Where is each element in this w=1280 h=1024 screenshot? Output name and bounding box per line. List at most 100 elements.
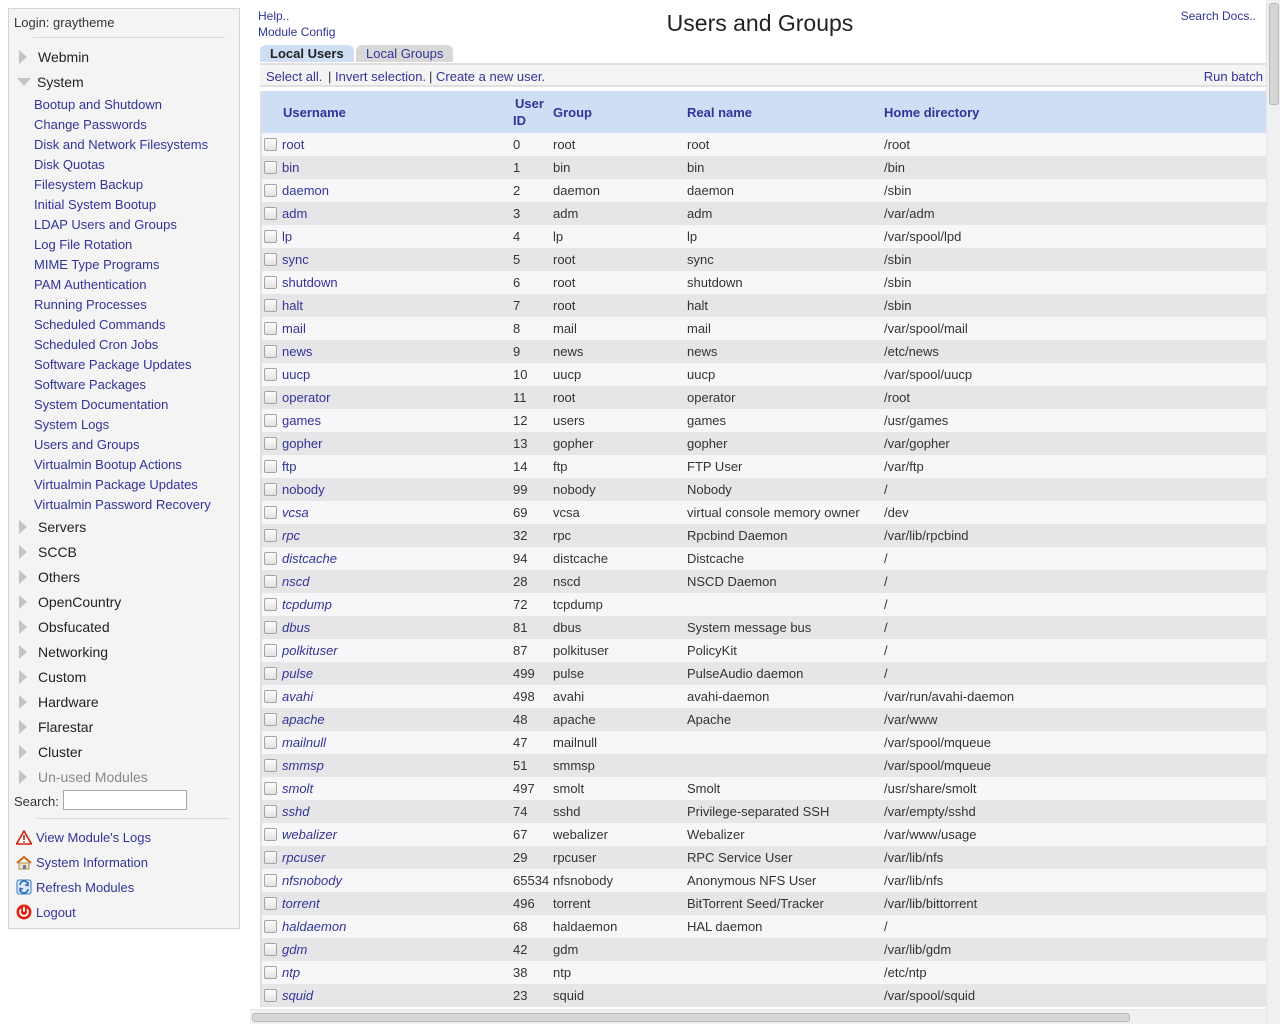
sidebar-module-initial-system-bootup[interactable]: Initial System Bootup [34, 197, 156, 212]
username-link[interactable]: distcache [282, 551, 337, 566]
username-link[interactable]: pulse [282, 666, 313, 681]
row-select-checkbox[interactable] [264, 966, 277, 979]
tab-local-users[interactable]: Local Users [260, 45, 354, 62]
username-link[interactable]: lp [282, 229, 292, 244]
row-select-checkbox[interactable] [264, 230, 277, 243]
sidebar-link-view-module-s-logs[interactable]: View Module's Logs [16, 829, 151, 845]
username-link[interactable]: apache [282, 712, 325, 727]
module-config-link[interactable]: Module Config [258, 25, 335, 39]
row-select-checkbox[interactable] [264, 184, 277, 197]
username-link[interactable]: ftp [282, 459, 296, 474]
sidebar-module-log-file-rotation[interactable]: Log File Rotation [34, 237, 132, 252]
username-link[interactable]: operator [282, 390, 330, 405]
sidebar-category-networking[interactable]: Networking [17, 642, 108, 662]
sidebar-module-pam-authentication[interactable]: PAM Authentication [34, 277, 147, 292]
row-select-checkbox[interactable] [264, 920, 277, 933]
username-link[interactable]: torrent [282, 896, 320, 911]
sidebar-category-servers[interactable]: Servers [17, 517, 86, 537]
username-link[interactable]: sshd [282, 804, 309, 819]
row-select-checkbox[interactable] [264, 161, 277, 174]
row-select-checkbox[interactable] [264, 667, 277, 680]
sidebar-module-scheduled-cron-jobs[interactable]: Scheduled Cron Jobs [34, 337, 158, 352]
username-link[interactable]: webalizer [282, 827, 337, 842]
row-select-checkbox[interactable] [264, 345, 277, 358]
sidebar-link-refresh-modules[interactable]: Refresh Modules [16, 879, 134, 895]
sidebar-category-cluster[interactable]: Cluster [17, 742, 82, 762]
row-select-checkbox[interactable] [264, 690, 277, 703]
tab-local-groups[interactable]: Local Groups [356, 45, 454, 62]
username-link[interactable]: rpcuser [282, 850, 325, 865]
row-select-checkbox[interactable] [264, 828, 277, 841]
horizontal-scrollbar[interactable] [250, 1009, 1266, 1024]
username-link[interactable]: bin [282, 160, 299, 175]
row-select-checkbox[interactable] [264, 460, 277, 473]
sidebar-category-opencountry[interactable]: OpenCountry [17, 592, 121, 612]
row-select-checkbox[interactable] [264, 483, 277, 496]
sidebar-module-software-packages[interactable]: Software Packages [34, 377, 146, 392]
username-link[interactable]: gdm [282, 942, 307, 957]
run-batch-link[interactable]: Run batch [1204, 69, 1263, 84]
username-link[interactable]: squid [282, 988, 313, 1003]
username-link[interactable]: daemon [282, 183, 329, 198]
sidebar-module-users-and-groups[interactable]: Users and Groups [34, 437, 140, 452]
sidebar-module-disk-and-network-filesystems[interactable]: Disk and Network Filesystems [34, 137, 208, 152]
row-select-checkbox[interactable] [264, 138, 277, 151]
username-link[interactable]: vcsa [282, 505, 309, 520]
sidebar-category-webmin[interactable]: Webmin [17, 47, 89, 67]
row-select-checkbox[interactable] [264, 598, 277, 611]
row-select-checkbox[interactable] [264, 276, 277, 289]
row-select-checkbox[interactable] [264, 368, 277, 381]
sidebar-category-custom[interactable]: Custom [17, 667, 86, 687]
username-link[interactable]: nscd [282, 574, 309, 589]
help-link[interactable]: Help.. [258, 9, 289, 23]
search-docs-link[interactable]: Search Docs.. [1181, 9, 1256, 23]
row-select-checkbox[interactable] [264, 414, 277, 427]
username-link[interactable]: shutdown [282, 275, 338, 290]
col-user-id[interactable]: User ID [513, 91, 553, 133]
username-link[interactable]: gopher [282, 436, 322, 451]
username-link[interactable]: mail [282, 321, 306, 336]
row-select-checkbox[interactable] [264, 759, 277, 772]
username-link[interactable]: mailnull [282, 735, 326, 750]
row-select-checkbox[interactable] [264, 529, 277, 542]
username-link[interactable]: haldaemon [282, 919, 346, 934]
sidebar-link-system-information[interactable]: System Information [16, 854, 148, 870]
sidebar-module-mime-type-programs[interactable]: MIME Type Programs [34, 257, 159, 272]
sidebar-category-system[interactable]: System [17, 72, 84, 92]
username-link[interactable]: avahi [282, 689, 313, 704]
col-real-name[interactable]: Real name [687, 91, 884, 133]
username-link[interactable]: rpc [282, 528, 300, 543]
sidebar-module-disk-quotas[interactable]: Disk Quotas [34, 157, 105, 172]
vertical-scrollbar[interactable] [1266, 0, 1280, 1024]
invert-selection-link[interactable]: Invert selection. [335, 69, 426, 84]
row-select-checkbox[interactable] [264, 713, 277, 726]
horizontal-scroll-thumb[interactable] [252, 1013, 1130, 1022]
sidebar-module-software-package-updates[interactable]: Software Package Updates [34, 357, 192, 372]
vertical-scroll-thumb[interactable] [1269, 3, 1279, 105]
row-select-checkbox[interactable] [264, 736, 277, 749]
sidebar-module-change-passwords[interactable]: Change Passwords [34, 117, 147, 132]
username-link[interactable]: polkituser [282, 643, 338, 658]
sidebar-module-running-processes[interactable]: Running Processes [34, 297, 147, 312]
sidebar-category-un-used-modules[interactable]: Un-used Modules [17, 767, 148, 787]
sidebar-category-others[interactable]: Others [17, 567, 80, 587]
sidebar-module-virtualmin-bootup-actions[interactable]: Virtualmin Bootup Actions [34, 457, 182, 472]
col-username[interactable]: Username [262, 91, 513, 133]
sidebar-category-flarestar[interactable]: Flarestar [17, 717, 93, 737]
row-select-checkbox[interactable] [264, 391, 277, 404]
sidebar-module-ldap-users-and-groups[interactable]: LDAP Users and Groups [34, 217, 177, 232]
username-link[interactable]: adm [282, 206, 307, 221]
sidebar-category-sccb[interactable]: SCCB [17, 542, 77, 562]
sidebar-link-logout[interactable]: Logout [16, 904, 76, 920]
row-select-checkbox[interactable] [264, 782, 277, 795]
col-group[interactable]: Group [553, 91, 687, 133]
row-select-checkbox[interactable] [264, 506, 277, 519]
username-link[interactable]: sync [282, 252, 309, 267]
module-search-input[interactable] [63, 790, 187, 810]
row-select-checkbox[interactable] [264, 989, 277, 1002]
row-select-checkbox[interactable] [264, 851, 277, 864]
row-select-checkbox[interactable] [264, 897, 277, 910]
username-link[interactable]: dbus [282, 620, 310, 635]
username-link[interactable]: tcpdump [282, 597, 332, 612]
sidebar-category-obsfucated[interactable]: Obsfucated [17, 617, 110, 637]
